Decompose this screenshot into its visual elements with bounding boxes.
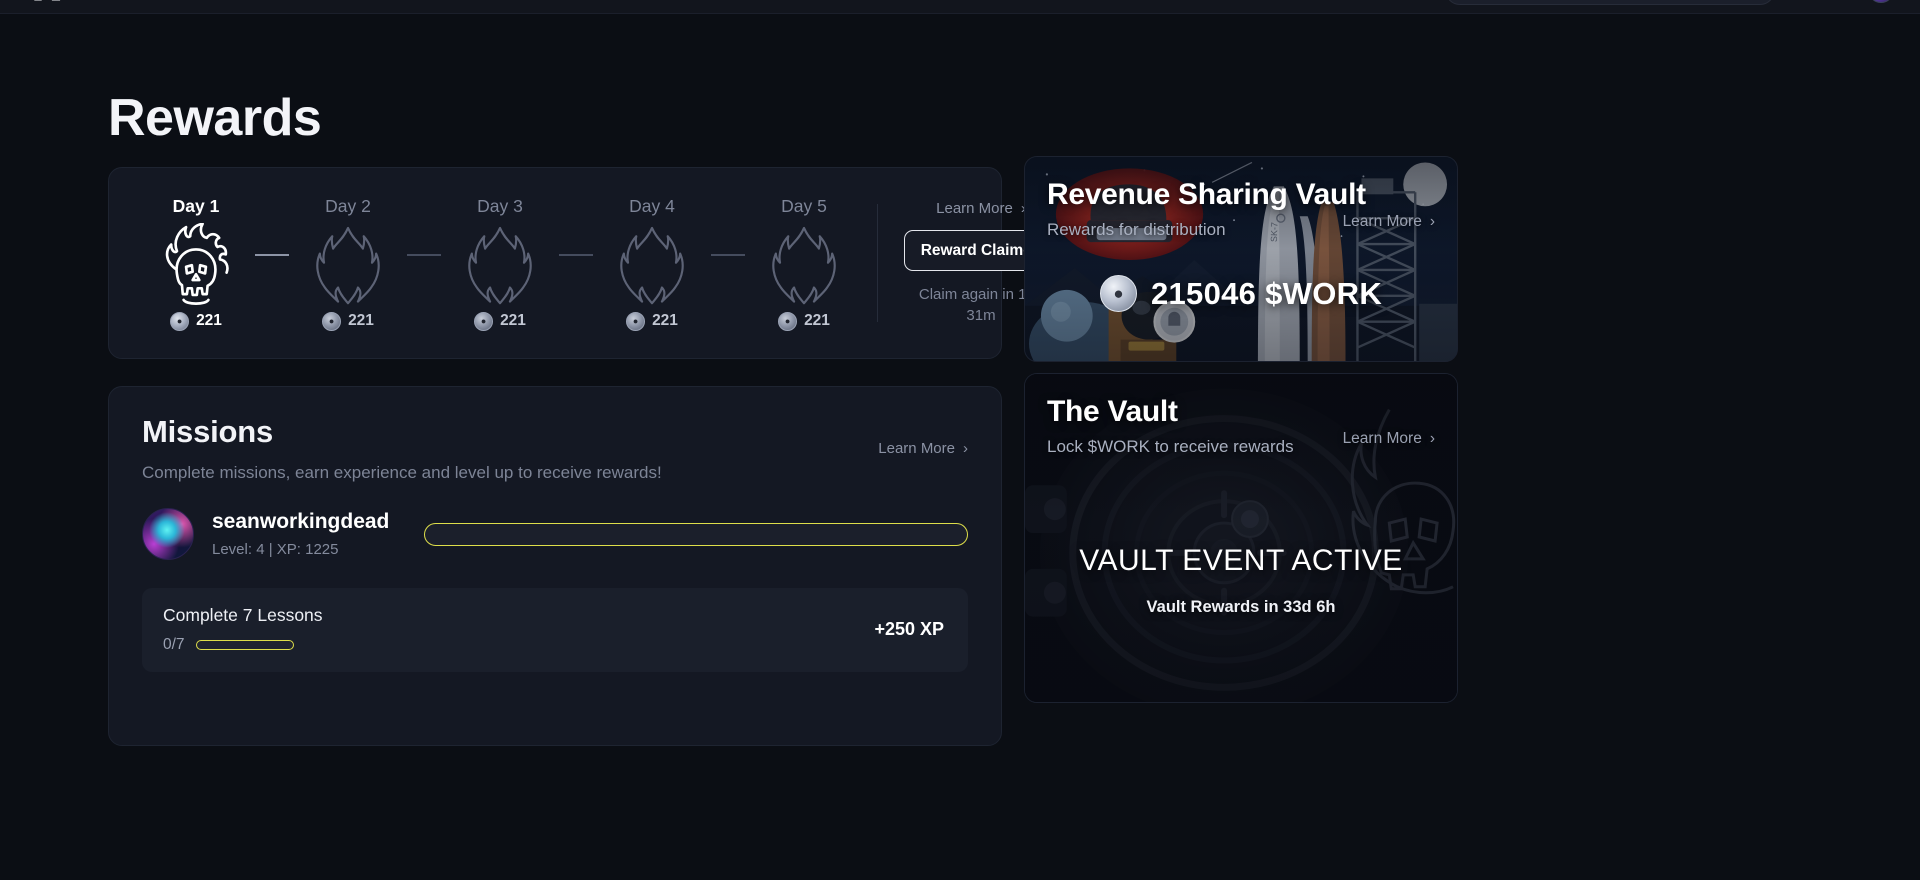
vault-countdown: Vault Rewards in 33d 6h xyxy=(1146,598,1336,616)
mission-progress-count: 0/7 xyxy=(163,636,185,653)
vault-event-status: VAULT EVENT ACTIVE xyxy=(1079,544,1403,577)
revenue-vault-amount: 215046 $WORK xyxy=(1150,275,1383,311)
streak-day-label: Day 2 xyxy=(325,195,371,216)
streak-days-track: Day 1 ● 221 Day 2 ● 221 Day 3 ● 221 Day … xyxy=(127,168,877,358)
streak-day-5[interactable]: Day 5 ● 221 xyxy=(745,196,863,331)
streak-connector xyxy=(255,254,289,256)
page-root: Rewards Day 1 ● 221 Day 2 ● 221 Day 3 ● … xyxy=(0,14,1920,880)
missions-title: Missions xyxy=(142,414,274,449)
mission-progress-group: 0/7 xyxy=(163,636,323,654)
profile-level-xp: Level: 4 | XP: 1225 xyxy=(212,541,339,558)
the-vault-status-block: VAULT EVENT ACTIVE Vault Rewards in 33d … xyxy=(1025,544,1457,617)
missions-header: Missions Complete missions, earn experie… xyxy=(142,414,968,483)
mission-name: Complete 7 Lessons xyxy=(163,605,323,625)
profile-avatar[interactable] xyxy=(142,508,194,560)
the-vault-content: The Vault Lock $WORK to receive rewards xyxy=(1025,374,1457,702)
flame-outline-icon xyxy=(762,223,846,309)
streak-connector xyxy=(711,254,745,256)
streak-day-4[interactable]: Day 4 ● 221 xyxy=(593,196,711,331)
background-decoration xyxy=(830,126,894,166)
streak-day-label: Day 4 xyxy=(629,195,675,216)
revenue-sharing-vault-card[interactable]: SK-7 xyxy=(1024,156,1458,362)
flame-outline-icon xyxy=(610,223,694,309)
brand-wordmark-icon xyxy=(28,0,68,1)
streak-day-reward: ● 221 xyxy=(474,311,526,331)
streak-connector xyxy=(559,254,593,256)
chevron-right-icon: › xyxy=(1429,430,1435,447)
mission-row[interactable]: Complete 7 Lessons 0/7 +250 XP xyxy=(142,588,968,672)
revenue-vault-content: Revenue Sharing Vault Rewards for distri… xyxy=(1025,157,1457,361)
xp-progress-bar xyxy=(424,522,968,546)
the-vault-learn-more-label: Learn More xyxy=(1342,430,1422,447)
work-coin-icon: ● xyxy=(322,311,342,331)
streak-day-reward-value: 221 xyxy=(348,312,374,329)
background-decoration xyxy=(440,126,520,166)
work-coin-icon: ● xyxy=(170,311,190,331)
page-title: Rewards xyxy=(108,89,322,147)
streak-day-reward: ● 221 xyxy=(778,311,830,331)
top-navigation-bar: Courses Discoveries Learn Yield Rewards … xyxy=(0,0,1920,14)
brand-logo[interactable] xyxy=(26,0,78,5)
missions-heading-group: Missions Complete missions, earn experie… xyxy=(142,414,662,483)
revenue-vault-learn-more-label: Learn More xyxy=(1342,213,1422,230)
revenue-vault-learn-more-link[interactable]: Learn More › xyxy=(1343,213,1435,231)
flaming-skull-icon xyxy=(154,222,238,309)
work-coin-icon: ● xyxy=(1099,275,1137,312)
avatar[interactable] xyxy=(1868,0,1894,3)
missions-profile-row: seanworkingdead Level: 4 | XP: 1225 xyxy=(142,508,968,560)
streak-day-reward-value: 221 xyxy=(652,312,678,329)
the-vault-title: The Vault xyxy=(1047,395,1178,428)
streak-learn-more-link[interactable]: Learn More › xyxy=(936,200,1026,217)
nav-right-cluster: ⚲ ⓘ ☶ xyxy=(1445,0,1894,5)
profile-username: seanworkingdead xyxy=(212,510,390,533)
chevron-right-icon: › xyxy=(1429,213,1435,230)
streak-day-reward: ● 221 xyxy=(170,311,222,331)
revenue-vault-amount-row: ● 215046 $WORK xyxy=(1025,275,1457,312)
missions-learn-more-label: Learn More xyxy=(878,440,955,457)
streak-day-reward: ● 221 xyxy=(626,311,678,331)
mission-info: Complete 7 Lessons 0/7 xyxy=(163,605,323,654)
mission-reward-xp: +250 XP xyxy=(874,619,944,639)
flame-outline-icon xyxy=(306,223,390,309)
left-column: Day 1 ● 221 Day 2 ● 221 Day 3 ● 221 Day … xyxy=(108,167,1059,746)
streak-day-reward-value: 221 xyxy=(804,312,830,329)
streak-day-1[interactable]: Day 1 ● 221 xyxy=(137,196,255,331)
streak-day-reward: ● 221 xyxy=(322,311,374,331)
right-column: SK-7 xyxy=(1024,156,1458,703)
flame-outline-icon xyxy=(458,223,542,309)
chevron-right-icon: › xyxy=(963,440,968,457)
search-box[interactable]: ⚲ xyxy=(1445,0,1776,5)
streak-connector xyxy=(407,254,441,256)
streak-learn-more-label: Learn More xyxy=(936,200,1013,217)
work-coin-icon: ● xyxy=(626,311,646,331)
work-coin-icon: ● xyxy=(778,311,798,331)
streak-day-label: Day 3 xyxy=(477,195,523,216)
daily-streak-card: Day 1 ● 221 Day 2 ● 221 Day 3 ● 221 Day … xyxy=(108,167,1059,359)
streak-day-2[interactable]: Day 2 ● 221 xyxy=(289,196,407,331)
streak-day-label: Day 5 xyxy=(781,195,827,216)
streak-day-label: Day 1 xyxy=(172,195,220,216)
the-vault-card[interactable]: The Vault Lock $WORK to receive rewards … xyxy=(1024,373,1458,703)
work-coin-icon: ● xyxy=(474,311,494,331)
missions-card: Missions Complete missions, earn experie… xyxy=(108,386,1002,746)
missions-subtitle: Complete missions, earn experience and l… xyxy=(142,463,662,482)
missions-learn-more-link[interactable]: Learn More › xyxy=(878,440,968,457)
the-vault-learn-more-link[interactable]: Learn More › xyxy=(1343,430,1435,448)
streak-day-reward-value: 221 xyxy=(196,312,222,329)
mission-progress-bar xyxy=(195,640,294,650)
revenue-vault-title: Revenue Sharing Vault xyxy=(1047,178,1366,211)
streak-day-3[interactable]: Day 3 ● 221 xyxy=(441,196,559,331)
profile-meta: seanworkingdead Level: 4 | XP: 1225 xyxy=(212,510,394,558)
streak-day-reward-value: 221 xyxy=(500,312,526,329)
